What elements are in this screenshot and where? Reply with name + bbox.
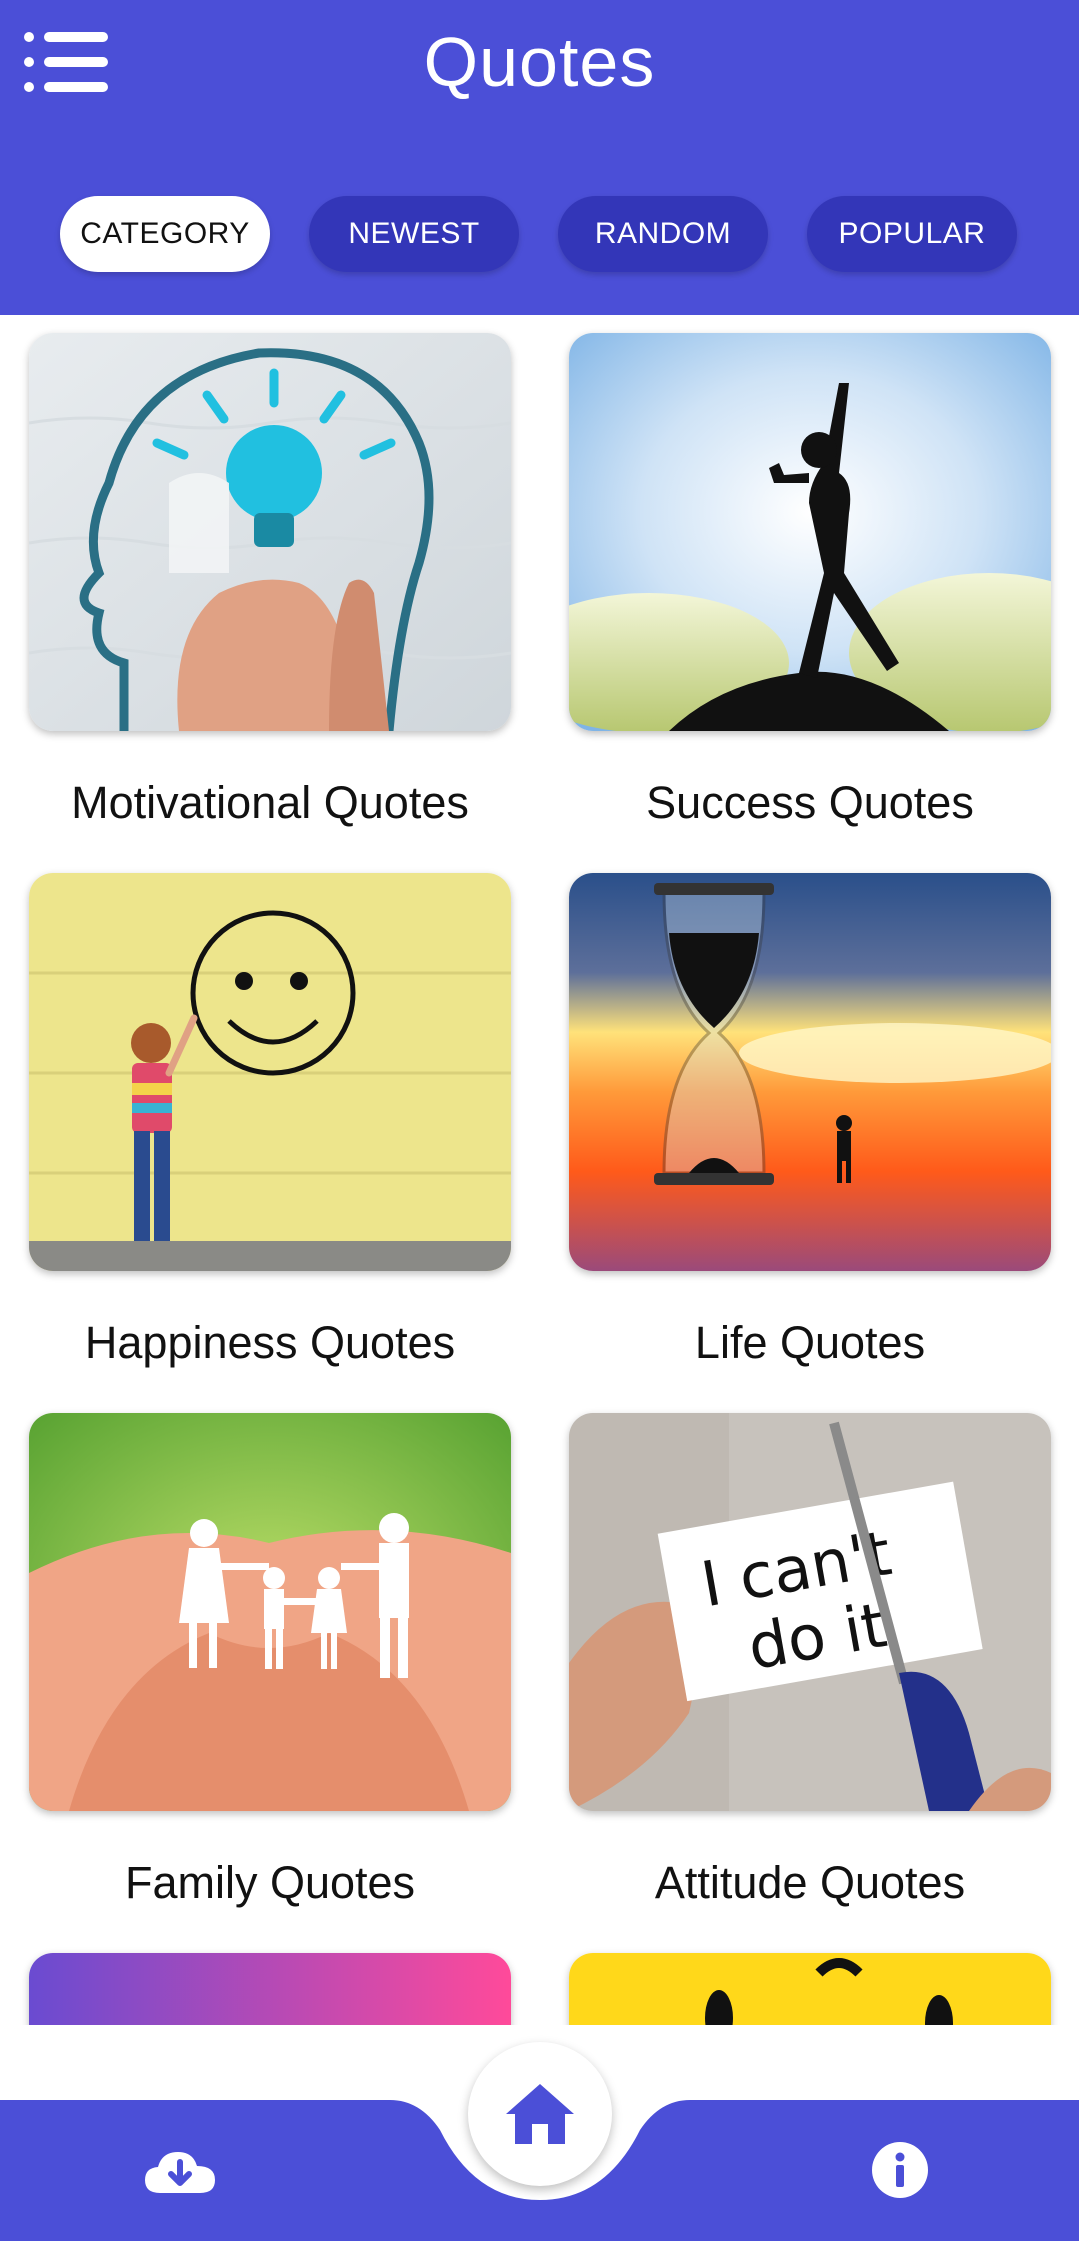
bottom-navigation — [0, 2042, 1079, 2241]
category-card-success[interactable]: Success Quotes — [569, 333, 1051, 829]
motivational-thumbnail — [29, 333, 511, 731]
category-label: Family Quotes — [124, 1857, 416, 1908]
happiness-thumbnail — [29, 873, 511, 1271]
tab-random[interactable]: RANDOM — [558, 196, 768, 272]
attitude-thumbnail: I can't do it — [569, 1413, 1051, 1811]
tab-bar: CATEGORY NEWEST RANDOM POPULAR — [0, 196, 1079, 272]
category-label: Happiness Quotes — [84, 1317, 456, 1368]
category-card-attitude[interactable]: I can't do it Attitude Quotes — [569, 1413, 1051, 1909]
category-label: Attitude Quotes — [654, 1857, 966, 1908]
category-card-life[interactable]: Life Quotes — [569, 873, 1051, 1369]
partial-thumbnail-right — [569, 1953, 1051, 2025]
app-header: Quotes CATEGORY NEWEST RANDOM POPULAR — [0, 0, 1079, 315]
category-card-happiness[interactable]: Happiness Quotes — [29, 873, 511, 1369]
tab-popular[interactable]: POPULAR — [807, 196, 1017, 272]
cloud-download-icon[interactable] — [140, 2142, 220, 2202]
category-label: Life Quotes — [694, 1317, 926, 1368]
info-icon[interactable] — [870, 2140, 930, 2200]
page-title: Quotes — [423, 23, 656, 101]
category-card-motivational[interactable]: Motivational Quotes — [29, 333, 511, 829]
category-grid: Motivational Quotes Success Quotes Happi… — [0, 315, 1079, 2025]
category-card-partial-left[interactable] — [29, 1953, 511, 2025]
category-label: Motivational Quotes — [71, 777, 469, 828]
family-thumbnail — [29, 1413, 511, 1811]
tab-category[interactable]: CATEGORY — [60, 196, 270, 272]
category-label: Success Quotes — [646, 777, 974, 828]
home-button[interactable] — [468, 2042, 612, 2186]
life-thumbnail — [569, 873, 1051, 1271]
home-icon — [506, 2084, 574, 2144]
partial-thumbnail-left — [29, 1953, 511, 2025]
category-card-partial-right[interactable] — [569, 1953, 1051, 2025]
category-card-family[interactable]: Family Quotes — [29, 1413, 511, 1909]
tab-newest[interactable]: NEWEST — [309, 196, 519, 272]
success-thumbnail — [569, 333, 1051, 731]
